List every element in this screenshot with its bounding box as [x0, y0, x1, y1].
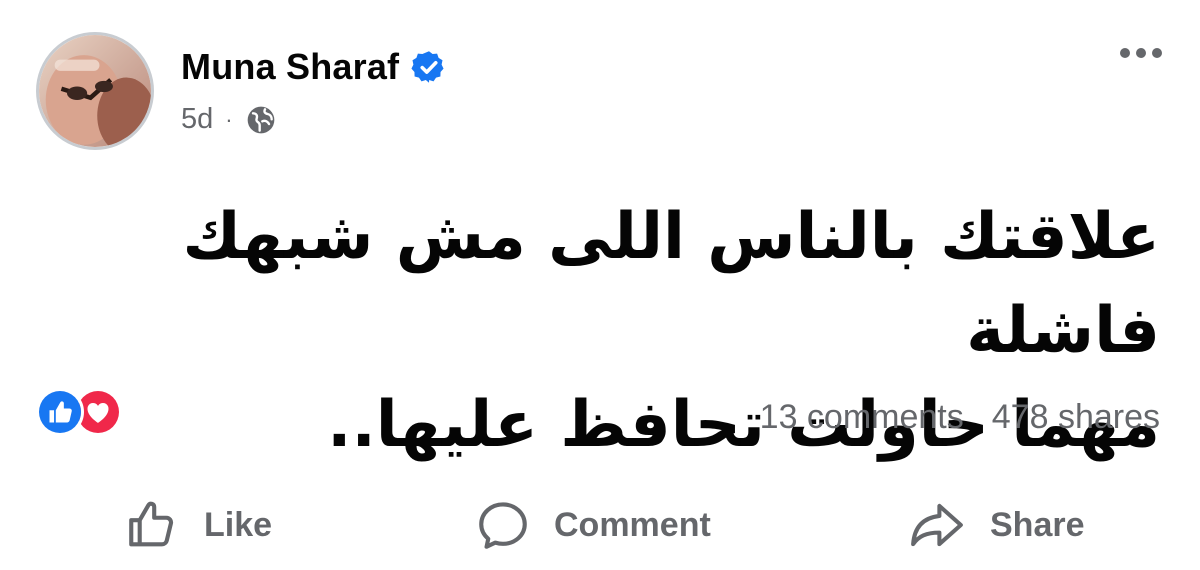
post-text-line: علاقتك بالناس اللى مش شبهك فاشلة: [182, 200, 1160, 368]
more-options-button[interactable]: [1120, 48, 1162, 58]
engagement-stats: 13 comments 478 shares: [760, 398, 1160, 437]
share-arrow-icon: [911, 503, 963, 547]
dot-icon: [1136, 48, 1146, 58]
action-bar: Like Comment Share: [0, 490, 1200, 560]
shares-count[interactable]: 478 shares: [992, 398, 1160, 437]
author-row: Muna Sharaf: [181, 46, 447, 88]
dot-icon: [1152, 48, 1162, 58]
author-name[interactable]: Muna Sharaf: [181, 46, 399, 88]
reaction-summary[interactable]: [36, 388, 136, 438]
comments-count[interactable]: 13 comments: [760, 398, 964, 437]
comment-bubble-icon: [479, 502, 527, 549]
facebook-post: Muna Sharaf 5d · علاقتك بالناس اللى مش ش…: [0, 0, 1200, 570]
profile-photo: [39, 35, 151, 147]
share-label: Share: [990, 505, 1085, 544]
share-button[interactable]: Share: [906, 490, 1085, 560]
post-timestamp[interactable]: 5d: [181, 103, 213, 136]
like-reaction-icon: [36, 388, 84, 436]
dot-icon: [1120, 48, 1130, 58]
thumbs-up-icon: [129, 501, 174, 547]
like-button[interactable]: Like: [124, 490, 272, 560]
like-label: Like: [204, 505, 273, 544]
globe-icon: [247, 106, 274, 133]
comment-label: Comment: [554, 505, 711, 544]
post-meta: 5d ·: [181, 103, 277, 136]
avatar[interactable]: [36, 32, 154, 150]
comment-button[interactable]: Comment: [474, 490, 711, 560]
verified-badge-icon: [411, 51, 444, 83]
meta-separator: ·: [225, 106, 233, 132]
